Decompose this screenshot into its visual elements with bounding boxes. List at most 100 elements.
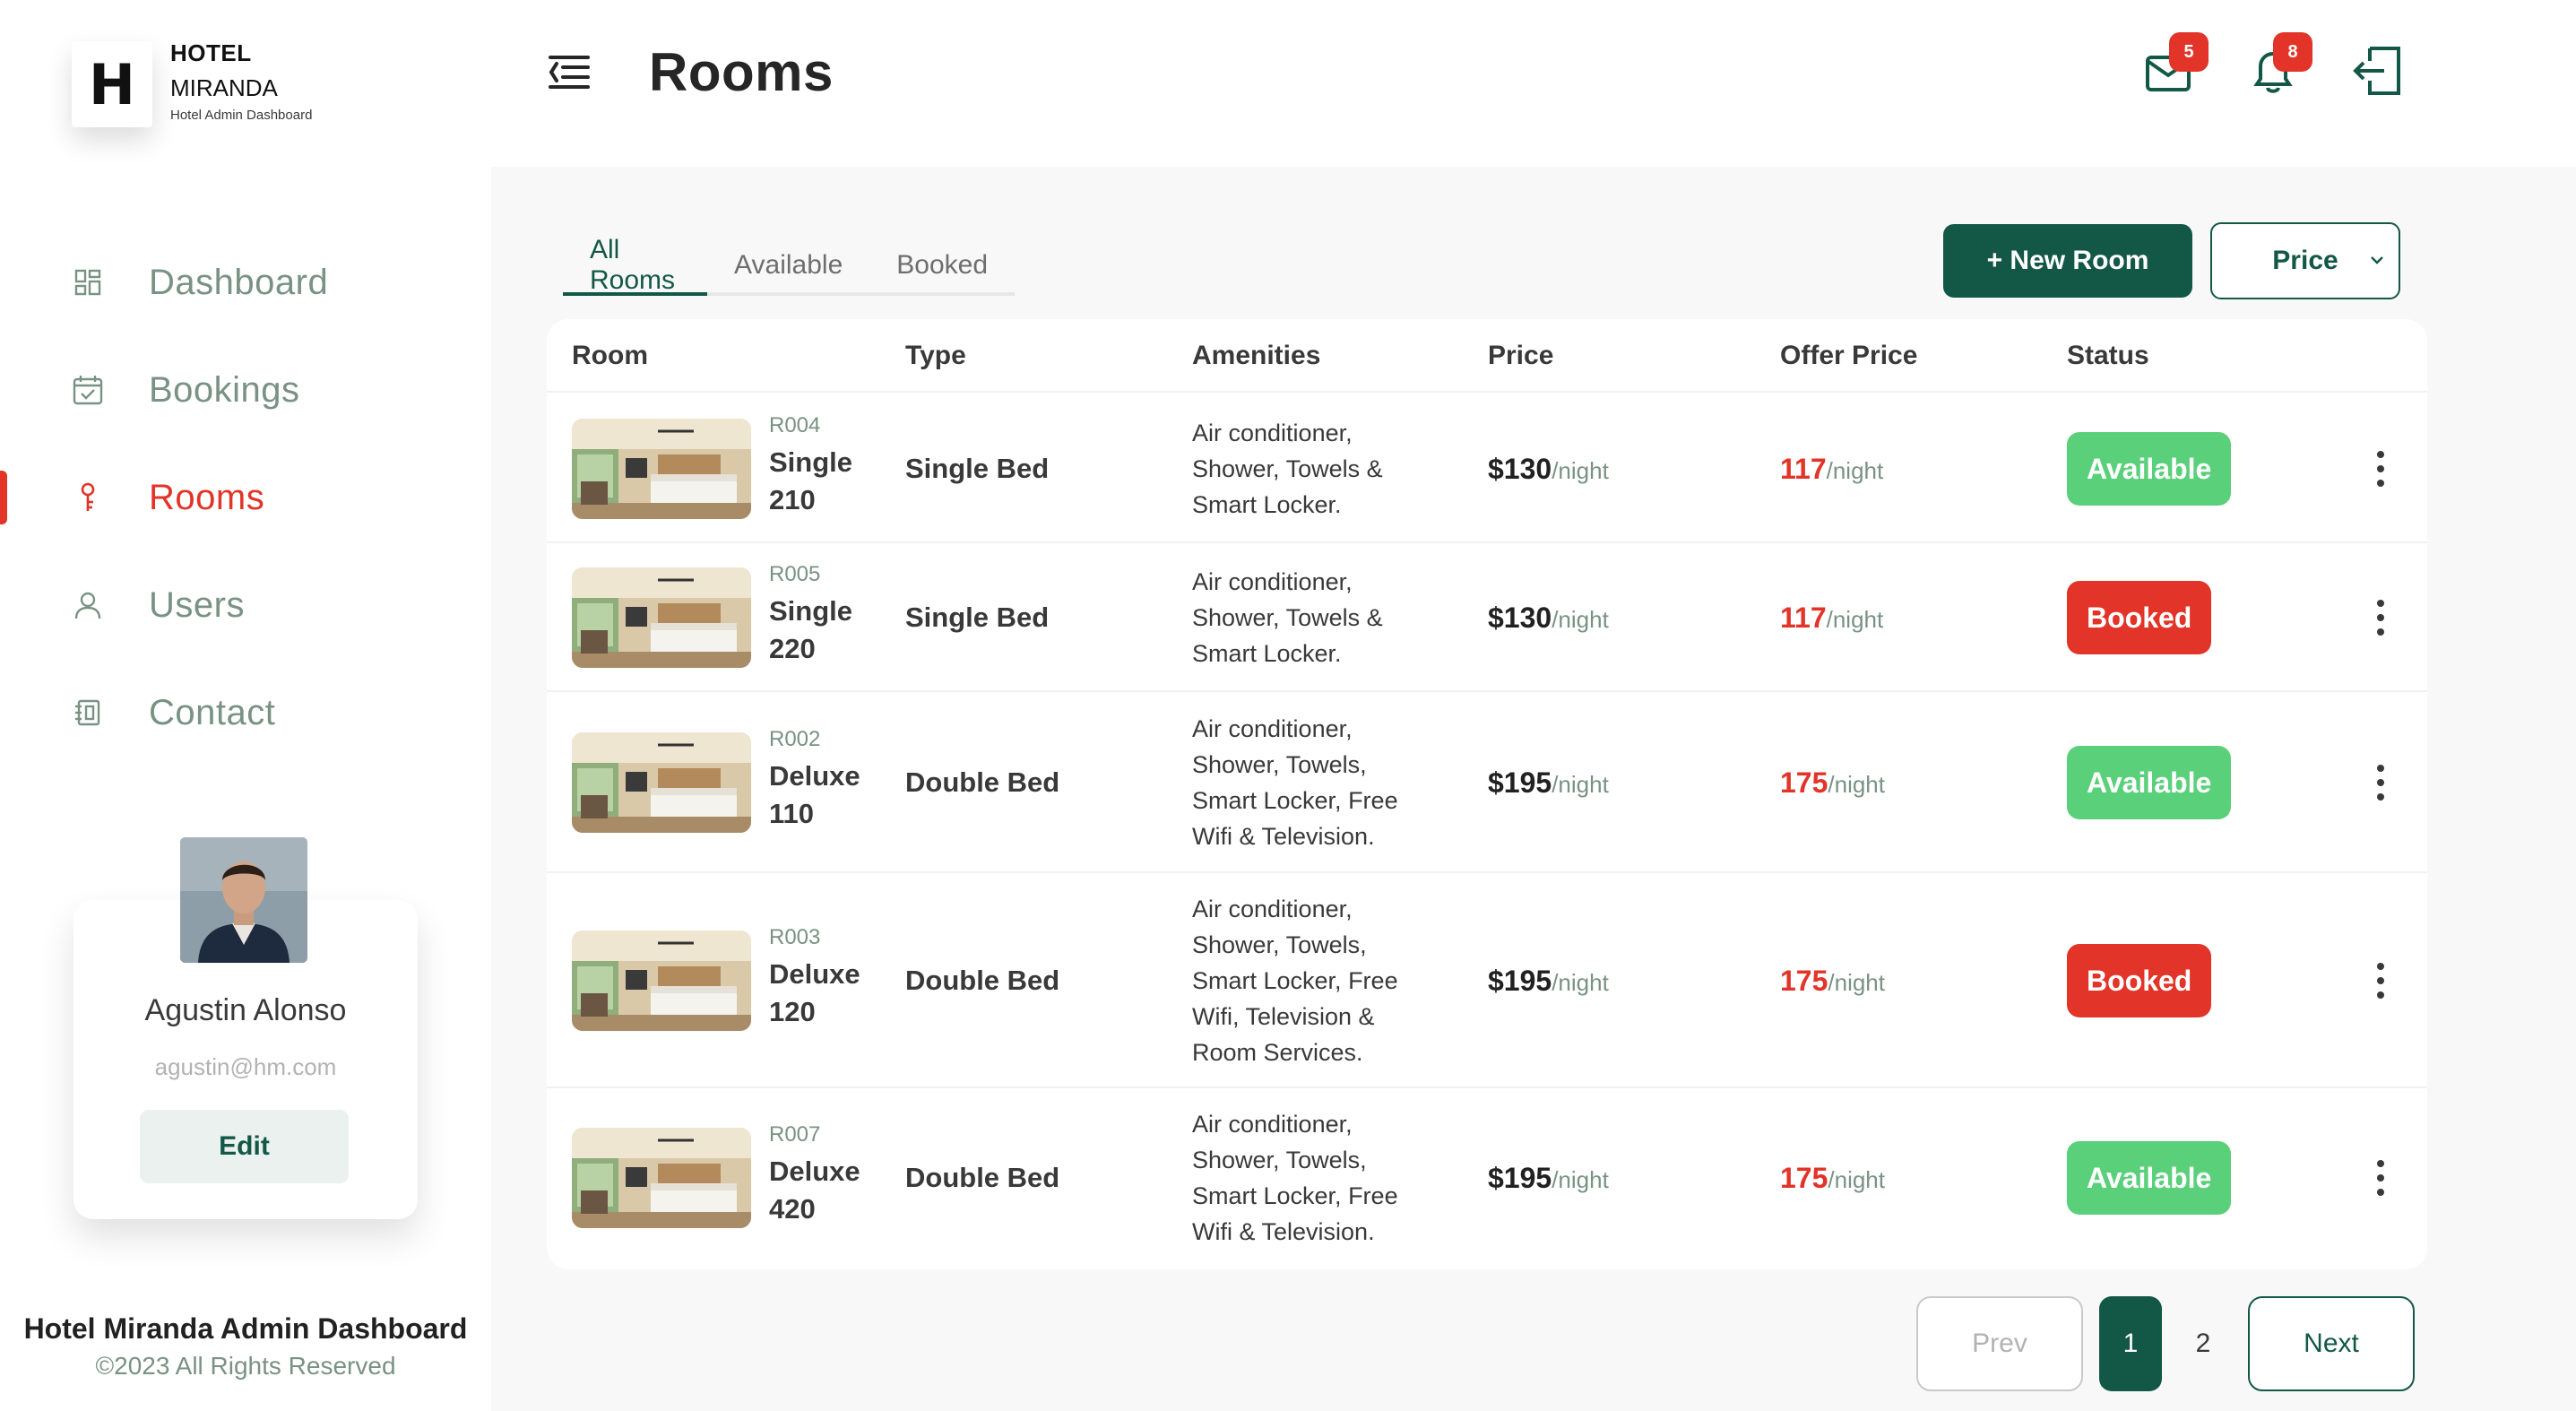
room-name: Single 210 — [769, 444, 852, 519]
price-value: $195 — [1488, 1162, 1552, 1194]
sidebar-item-rooms[interactable]: Rooms — [0, 444, 491, 551]
avatar — [180, 837, 307, 963]
room-name-line2: 110 — [769, 798, 815, 829]
page-2-button[interactable]: 2 — [2176, 1296, 2230, 1391]
prev-page-button[interactable]: Prev — [1916, 1296, 2083, 1391]
amenity-line: Air conditioner, — [1192, 420, 1353, 446]
sidebar-item-users[interactable]: Users — [0, 551, 491, 659]
room-name: Deluxe 110 — [769, 757, 860, 833]
edit-profile-button[interactable]: Edit — [140, 1110, 349, 1183]
column-header: Room — [572, 341, 648, 370]
room-thumbnail — [572, 1128, 751, 1228]
status-badge[interactable]: Available — [2067, 746, 2232, 819]
status-badge[interactable]: Booked — [2067, 581, 2212, 654]
amenity-line: Smart Locker, Free — [1192, 967, 1398, 994]
room-name-line1: Single — [769, 446, 853, 478]
room-name-line1: Single — [769, 595, 853, 627]
room-price: $195/night — [1488, 965, 1609, 998]
price-value: $130 — [1488, 453, 1552, 485]
amenity-line: Smart Locker, Free — [1192, 787, 1398, 814]
status-badge[interactable]: Available — [2067, 432, 2232, 506]
logout-button[interactable] — [2350, 45, 2400, 97]
room-name: Single 220 — [769, 593, 852, 668]
room-thumbnail — [572, 931, 751, 1031]
sort-select-value: Price — [2272, 246, 2338, 275]
notifications-badge: 8 — [2273, 32, 2312, 72]
main-content: All Rooms Available Booked + New Room Pr… — [491, 167, 2576, 1411]
table-row[interactable]: R004 Single 210 Single Bed Air conditioner, S… — [547, 394, 2427, 543]
amenity-line: Air conditioner, — [1192, 896, 1353, 922]
room-price: $195/night — [1488, 766, 1609, 800]
new-room-button[interactable]: + New Room — [1943, 224, 2192, 298]
offer-value: 175 — [1780, 766, 1828, 799]
table-row[interactable]: R002 Deluxe 110 Double Bed Air conditioner, S… — [547, 692, 2427, 873]
row-menu-icon[interactable] — [2370, 963, 2391, 999]
table-row[interactable]: R007 Deluxe 420 Double Bed Air conditioner, S… — [547, 1088, 2427, 1268]
room-name-line2: 210 — [769, 484, 816, 515]
status-badge[interactable]: Booked — [2067, 944, 2212, 1017]
row-menu-icon[interactable] — [2370, 1160, 2391, 1196]
column-header: Offer Price — [1780, 341, 1918, 370]
dashboard-icon — [72, 266, 104, 299]
user-name: Agustin Alonso — [144, 993, 347, 1027]
room-offer-price: 175/night — [1780, 1162, 1885, 1195]
tab-booked[interactable]: Booked — [869, 238, 1015, 292]
rooms-table: Room Type Amenities Price Offer Price St… — [547, 319, 2427, 1269]
offer-value: 117 — [1780, 602, 1827, 634]
room-name-line2: 420 — [769, 1193, 816, 1225]
price-value: $195 — [1488, 766, 1552, 799]
sort-select[interactable]: Price — [2210, 222, 2400, 299]
user-icon — [72, 589, 104, 621]
table-row[interactable]: R003 Deluxe 120 Double Bed Air conditioner, S… — [547, 873, 2427, 1088]
room-amenities: Air conditioner, Shower, Towels & Smart Lo… — [1192, 415, 1452, 523]
tab-all-rooms[interactable]: All Rooms — [563, 235, 708, 296]
room-id: R003 — [769, 925, 821, 949]
notifications-button[interactable]: 8 — [2248, 32, 2312, 97]
mail-button[interactable]: 5 — [2144, 32, 2209, 97]
sidebar-item-label: Contact — [149, 692, 276, 732]
brand-line2: MIRANDA — [170, 74, 278, 101]
menu-toggle-icon[interactable] — [547, 52, 592, 91]
table-header: Room Type Amenities Price Offer Price St… — [547, 319, 2427, 393]
amenity-line: Air conditioner, — [1192, 568, 1353, 595]
row-menu-icon[interactable] — [2370, 600, 2391, 636]
room-type: Double Bed — [905, 766, 1060, 798]
amenity-line: Wifi & Television. — [1192, 823, 1375, 850]
sidebar-item-label: Rooms — [149, 477, 265, 517]
sidebar-item-bookings[interactable]: Bookings — [0, 336, 491, 444]
brand-tagline: Hotel Admin Dashboard — [170, 108, 313, 123]
sidebar-item-label: Bookings — [149, 369, 300, 410]
amenity-line: Smart Locker. — [1192, 491, 1342, 518]
sidebar-item-dashboard[interactable]: Dashboard — [0, 229, 491, 336]
amenity-line: Smart Locker. — [1192, 640, 1342, 667]
room-name: Deluxe 420 — [769, 1153, 860, 1228]
amenity-line: Wifi & Television. — [1192, 1218, 1375, 1245]
room-name-line1: Deluxe — [769, 1156, 860, 1187]
top-header: Rooms 5 8 — [491, 0, 2576, 167]
price-unit: /night — [1552, 1166, 1609, 1193]
room-price: $130/night — [1488, 602, 1609, 635]
offer-value: 117 — [1780, 453, 1827, 485]
offer-unit: /night — [1826, 606, 1884, 633]
amenity-line: Air conditioner, — [1192, 1111, 1353, 1138]
sidebar: H HOTEL MIRANDA Hotel Admin Dashboard Da… — [0, 0, 491, 1411]
room-id: R005 — [769, 562, 821, 586]
room-name: Deluxe 120 — [769, 956, 860, 1031]
next-page-button[interactable]: Next — [2248, 1296, 2415, 1391]
room-name-line1: Deluxe — [769, 760, 860, 792]
sidebar-item-label: Dashboard — [149, 262, 329, 302]
price-unit: /night — [1552, 457, 1609, 484]
offer-unit: /night — [1828, 771, 1885, 798]
table-row[interactable]: R005 Single 220 Single Bed Air conditioner, S… — [547, 543, 2427, 692]
tab-available[interactable]: Available — [707, 238, 869, 292]
room-id: R004 — [769, 413, 821, 437]
sidebar-item-contact[interactable]: Contact — [0, 659, 491, 766]
page-1-button[interactable]: 1 — [2099, 1296, 2162, 1391]
row-menu-icon[interactable] — [2370, 765, 2391, 801]
row-menu-icon[interactable] — [2370, 451, 2391, 487]
amenity-line: Smart Locker, Free — [1192, 1182, 1398, 1209]
brand-text: HOTEL MIRANDA Hotel Admin Dashboard — [170, 39, 312, 123]
price-unit: /night — [1552, 771, 1609, 798]
room-price: $195/night — [1488, 1162, 1609, 1195]
status-badge[interactable]: Available — [2067, 1141, 2232, 1215]
